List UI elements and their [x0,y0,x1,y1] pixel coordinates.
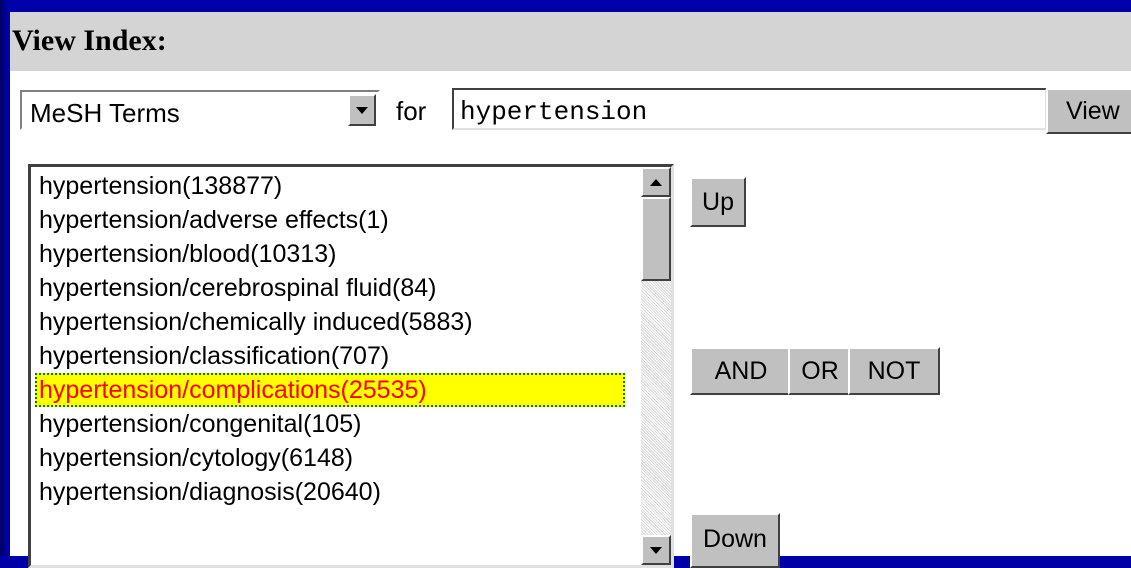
scroll-down-button[interactable] [641,535,671,565]
scroll-up-button[interactable] [641,167,671,197]
index-type-value: MeSH Terms [30,98,180,128]
view-index-panel: View Index: MeSH Terms for View hyperten… [10,12,1131,568]
index-listbox[interactable]: hypertension(138877) hypertension/adverse… [28,164,674,568]
list-item[interactable]: hypertension/diagnosis(20640) [35,475,625,509]
not-button[interactable]: NOT [848,347,940,395]
arrow-down-icon [650,546,662,554]
scrollbar[interactable] [641,167,671,565]
list-item[interactable]: hypertension/blood(10313) [35,237,625,271]
view-button[interactable]: View [1046,88,1131,134]
list-item[interactable]: hypertension/congenital(105) [35,407,625,441]
or-button[interactable]: OR [788,347,852,395]
down-button[interactable]: Down [690,513,780,568]
index-type-select[interactable]: MeSH Terms [20,90,380,130]
list-item[interactable]: hypertension/chemically induced(5883) [35,305,625,339]
scroll-thumb[interactable] [641,197,671,281]
list-item[interactable]: hypertension/classification(707) [35,339,625,373]
chevron-down-icon [356,106,368,114]
search-input[interactable] [452,88,1047,130]
index-search-row: MeSH Terms for View [10,84,1131,136]
list-items: hypertension(138877) hypertension/adverse… [35,169,625,509]
list-item-selected[interactable]: hypertension/complications(25535) [35,373,625,407]
for-label: for [396,96,427,126]
list-item[interactable]: hypertension/adverse effects(1) [35,203,625,237]
list-item[interactable]: hypertension/cytology(6148) [35,441,625,475]
window-frame [0,0,10,556]
page-title: View Index: [12,24,167,57]
dropdown-button[interactable] [348,94,376,126]
header-bar: View Index: [10,12,1131,71]
up-button[interactable]: Up [690,177,746,227]
and-button[interactable]: AND [690,347,792,395]
arrow-up-icon [650,178,662,186]
list-item[interactable]: hypertension(138877) [35,169,625,203]
list-item[interactable]: hypertension/cerebrospinal fluid(84) [35,271,625,305]
